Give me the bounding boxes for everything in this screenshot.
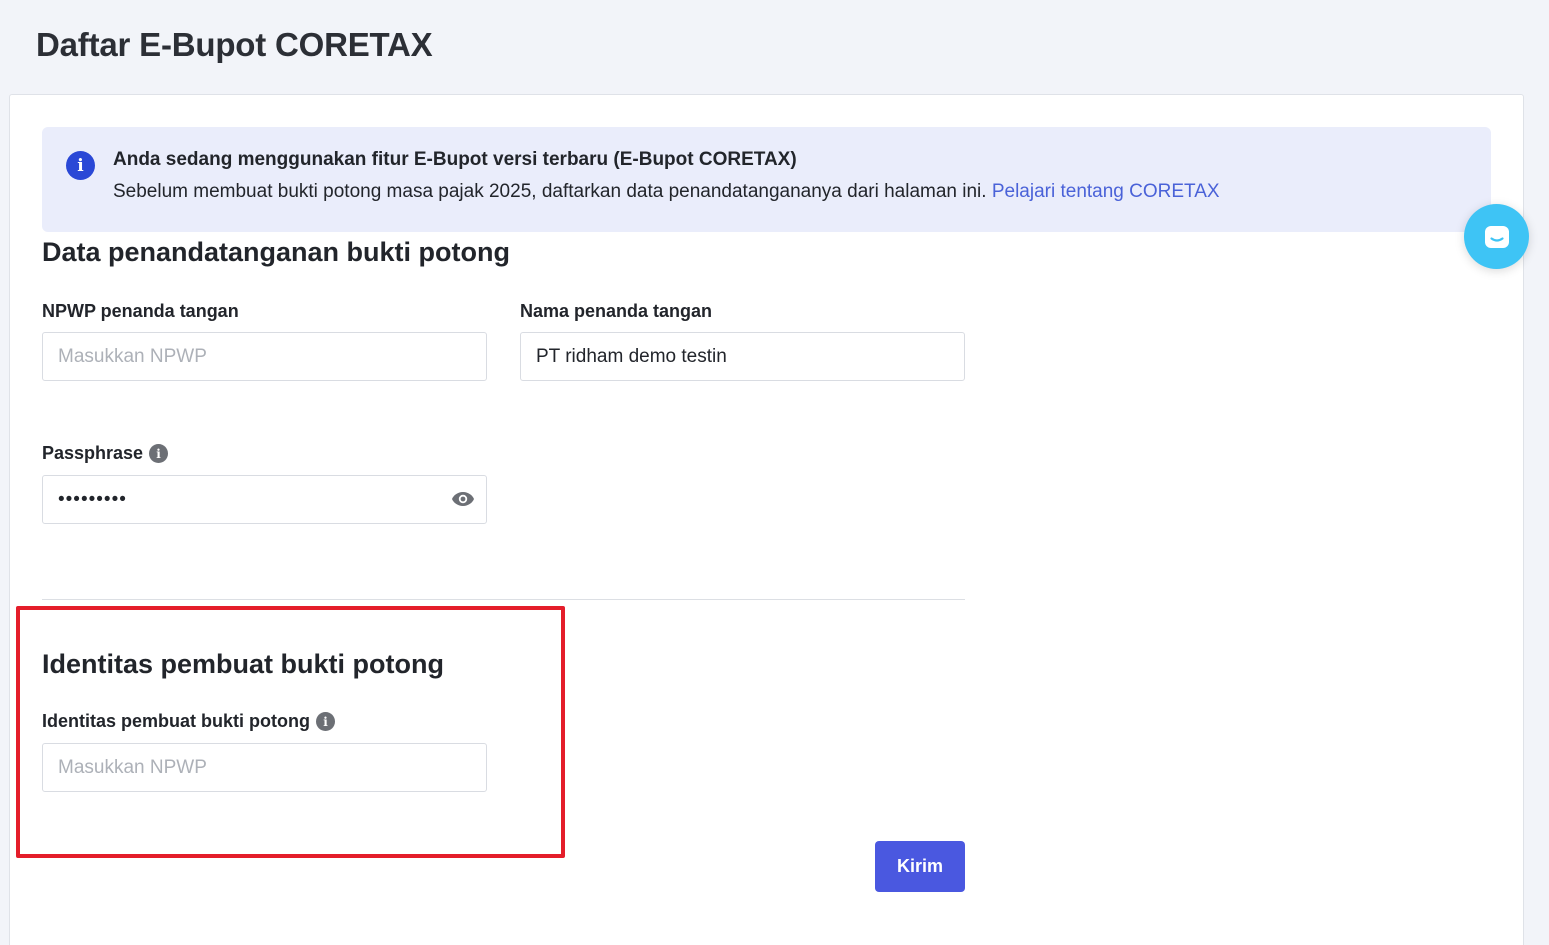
creator-identity-input[interactable] bbox=[42, 743, 487, 792]
passphrase-info-icon[interactable]: i bbox=[149, 444, 169, 463]
info-icon: i bbox=[66, 151, 95, 180]
submit-button[interactable]: Kirim bbox=[875, 841, 965, 892]
creator-identity-info-icon[interactable]: i bbox=[316, 712, 335, 731]
creator-section-title: Identitas pembuat bukti potong bbox=[42, 649, 444, 679]
alert-body-text: Sebelum membuat bukti potong masa pajak … bbox=[113, 181, 987, 202]
passphrase-label: Passphrase i bbox=[42, 443, 169, 464]
signer-name-label-text: Nama penanda tangan bbox=[520, 301, 713, 321]
learn-coretax-link[interactable]: Pelajari tentang CORETAX bbox=[992, 181, 1220, 202]
eye-icon[interactable] bbox=[451, 491, 475, 507]
creator-identity-label: Identitas pembuat bukti potong i bbox=[42, 711, 335, 732]
alert-body: Sebelum membuat bukti potong masa pajak … bbox=[113, 181, 1220, 203]
section-divider bbox=[42, 599, 965, 600]
passphrase-label-text: Passphrase bbox=[42, 443, 144, 463]
highlight-box bbox=[16, 606, 565, 858]
npwp-label-text: NPWP penanda tangan bbox=[42, 301, 239, 321]
npwp-label: NPWP penanda tangan bbox=[42, 301, 239, 322]
info-alert: i Anda sedang menggunakan fitur E-Bupot … bbox=[42, 127, 1491, 232]
signer-section-title: Data penandatanganan bukti potong bbox=[42, 237, 511, 267]
alert-title: Anda sedang menggunakan fitur E-Bupot ve… bbox=[113, 149, 797, 170]
signer-name-input[interactable] bbox=[520, 332, 965, 381]
creator-identity-label-text: Identitas pembuat bukti potong bbox=[42, 711, 310, 731]
npwp-input[interactable] bbox=[42, 332, 487, 381]
page-title: Daftar E-Bupot CORETAX bbox=[36, 26, 433, 63]
main-card: i Anda sedang menggunakan fitur E-Bupot … bbox=[9, 94, 1524, 945]
chat-icon bbox=[1484, 225, 1509, 248]
signer-name-label: Nama penanda tangan bbox=[520, 301, 712, 322]
chat-button[interactable] bbox=[1464, 204, 1529, 269]
passphrase-input[interactable] bbox=[42, 475, 487, 524]
